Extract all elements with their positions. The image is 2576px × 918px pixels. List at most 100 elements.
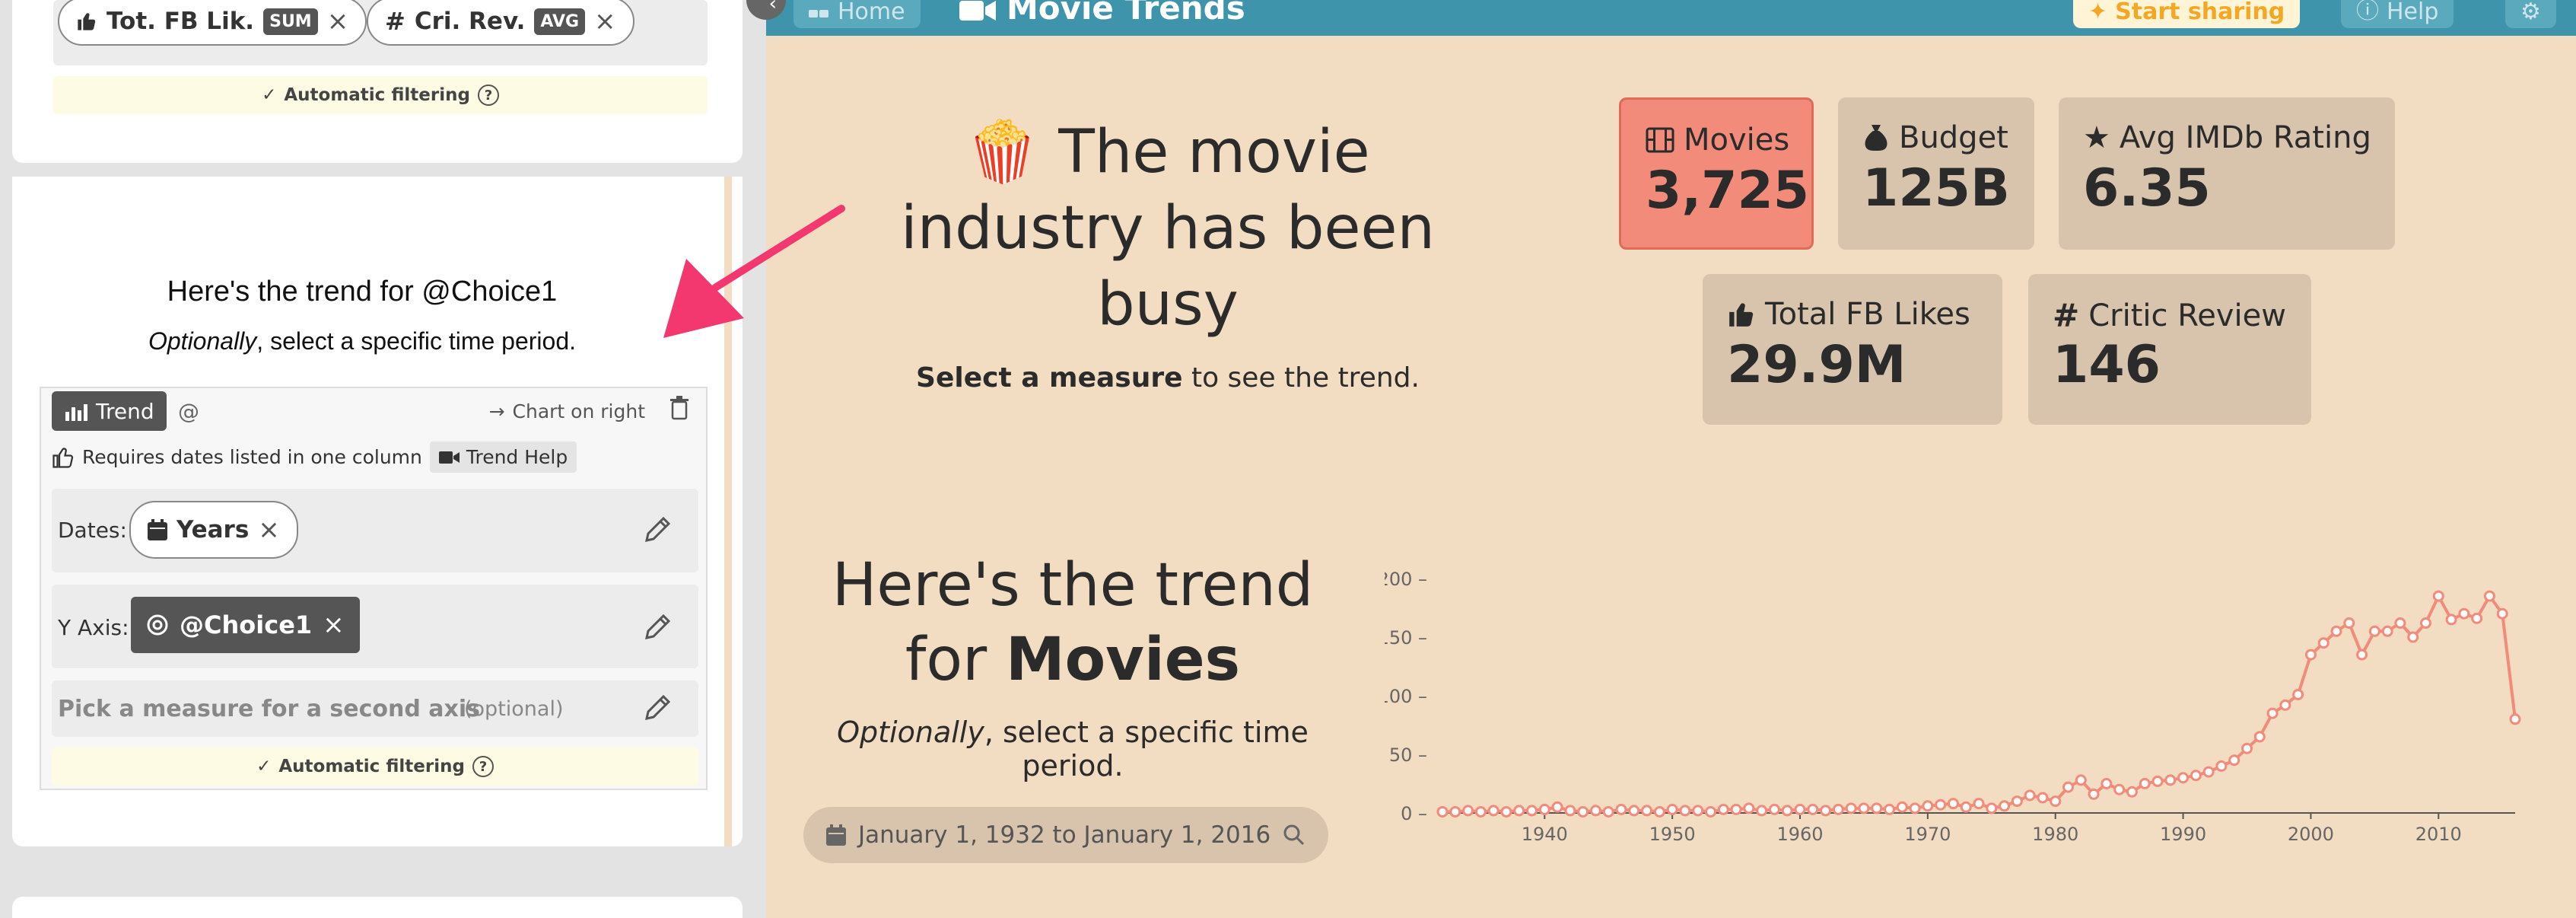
help-button[interactable]: ⓘ Help — [2341, 0, 2454, 28]
automatic-filtering-toggle[interactable]: ✓ Automatic filtering ? — [52, 747, 698, 786]
edit-pencil-icon[interactable] — [642, 693, 673, 723]
edit-pencil-icon[interactable] — [642, 515, 673, 545]
kpi-value: 6.35 — [2083, 158, 2211, 218]
y-axis-row: Y Axis: @Choice1 × — [52, 585, 698, 668]
data-point — [1679, 805, 1691, 817]
help-icon[interactable]: ? — [477, 84, 499, 106]
kpi-card-movies[interactable]: Movies 3,725 — [1619, 97, 1814, 250]
kpi-card-imdb[interactable]: ★ Avg IMDb Rating 6.35 — [2059, 97, 2395, 250]
remove-chip-icon[interactable]: × — [327, 6, 349, 37]
y-axis-chip[interactable]: @Choice1 × — [131, 597, 360, 653]
data-point — [2458, 607, 2470, 620]
date-range-label: January 1, 1932 to January 1, 2016 — [858, 821, 1271, 849]
kpi-value: 125B — [1862, 158, 2010, 218]
data-point — [2381, 625, 2393, 637]
trend-help-button[interactable]: Trend Help — [429, 441, 577, 473]
data-point — [2496, 607, 2508, 620]
data-point — [2471, 612, 2483, 624]
kpi-value: 3,725 — [1646, 161, 1810, 221]
data-point — [1947, 798, 1959, 810]
data-point — [1858, 802, 1870, 814]
data-point — [1973, 798, 1985, 810]
y-tick-label: 50 – — [1389, 744, 1427, 766]
kpi-card-critic-review[interactable]: # Critic Review 146 — [2028, 274, 2311, 425]
kpi-label: Movies — [1684, 123, 1790, 158]
data-point — [1564, 805, 1576, 817]
home-button[interactable]: Home — [793, 0, 921, 28]
data-point — [2330, 625, 2342, 637]
data-point — [1717, 803, 1729, 815]
arrow-right-icon: → — [488, 400, 505, 422]
search-icon — [1283, 824, 1305, 846]
trash-icon[interactable] — [669, 396, 689, 420]
help-circle-icon: ⓘ — [2356, 0, 2379, 24]
trend-editor-card: Here's the trend for @Choice1 Optionally… — [12, 177, 743, 846]
video-icon — [438, 450, 460, 465]
mention-button[interactable]: @ — [178, 399, 199, 424]
thumbs-up-icon — [1727, 300, 1756, 329]
check-icon: ✓ — [262, 85, 277, 105]
data-point — [1577, 805, 1589, 818]
x-tick-label: 1980 — [2032, 824, 2078, 845]
second-axis-placeholder: Pick a measure for a second axis — [58, 696, 480, 722]
x-tick-label: 2010 — [2415, 824, 2462, 845]
measure-chip-fb-likes[interactable]: Tot. FB Lik. SUM × — [58, 0, 367, 46]
chart-position-button[interactable]: → Chart on right — [489, 400, 645, 422]
data-point — [2202, 766, 2215, 778]
measure-chip-label: Tot. FB Lik. — [107, 8, 255, 35]
bar-chart-icon — [64, 400, 88, 422]
calendar-icon — [826, 824, 846, 846]
remove-chip-icon[interactable]: × — [258, 515, 280, 545]
date-range-filter[interactable]: January 1, 1932 to January 1, 2016 — [803, 807, 1329, 863]
start-sharing-button[interactable]: ✦ Start sharing — [2073, 0, 2301, 28]
dates-chip-label: Years — [177, 516, 250, 543]
settings-button[interactable]: ⚙ — [2505, 0, 2556, 28]
data-point — [1807, 803, 1819, 815]
data-point — [2368, 625, 2380, 637]
data-point — [2139, 778, 2151, 789]
data-point — [1449, 805, 1461, 818]
kpi-value: 146 — [2053, 335, 2161, 395]
popcorn-icon: 🍿 — [965, 118, 1040, 186]
trend-tag[interactable]: Trend — [52, 391, 167, 431]
data-point — [1538, 803, 1550, 815]
kpi-card-fb-likes[interactable]: Total FB Likes 29.9M — [1703, 274, 2002, 425]
data-point — [1641, 805, 1653, 817]
home-label: Home — [838, 0, 905, 25]
measure-chip-label: Cri. Rev. — [414, 8, 526, 35]
remove-chip-icon[interactable]: × — [323, 610, 345, 640]
remove-chip-icon[interactable]: × — [594, 6, 616, 37]
start-sharing-label: Start sharing — [2115, 0, 2285, 25]
edit-pencil-icon[interactable] — [642, 612, 673, 642]
trend-help-label: Trend Help — [466, 446, 568, 468]
kpi-label: Critic Review — [2088, 298, 2286, 333]
kpi-card-budget[interactable]: Budget 125B — [1838, 97, 2034, 250]
data-point — [2177, 772, 2190, 784]
data-point — [2394, 617, 2406, 630]
data-point — [1500, 805, 1512, 818]
trend-section-title: Here's the trend for @Choice1 — [167, 276, 558, 308]
data-point — [1666, 803, 1678, 815]
y-tick-label: 150 – — [1385, 627, 1427, 649]
dates-row: Dates: Years × — [52, 489, 698, 572]
x-tick-label: 2000 — [2288, 824, 2334, 845]
film-icon — [1646, 127, 1674, 153]
data-point — [1474, 805, 1487, 818]
automatic-filtering-toggle[interactable]: ✓ Automatic filtering ? — [53, 76, 708, 114]
measure-chip-critic-reviews[interactable]: # Cri. Rev. AVG × — [367, 0, 634, 46]
dates-chip[interactable]: Years × — [129, 501, 298, 559]
data-point — [1922, 800, 1934, 812]
y-tick-label: 0 – — [1401, 803, 1427, 824]
video-camera-icon — [959, 0, 997, 21]
data-point — [2075, 774, 2087, 786]
second-axis-row[interactable]: Pick a measure for a second axis (option… — [52, 681, 698, 737]
data-point — [1551, 801, 1563, 813]
data-point — [1653, 805, 1665, 818]
money-bag-icon — [1862, 123, 1890, 152]
aggregation-badge: AVG — [534, 8, 586, 35]
app-title: Movie Trends — [959, 0, 1245, 27]
help-icon[interactable]: ? — [472, 756, 494, 777]
star-icon: ★ — [2083, 120, 2110, 155]
annotation-arrow — [663, 205, 845, 338]
data-point — [1896, 801, 1908, 813]
